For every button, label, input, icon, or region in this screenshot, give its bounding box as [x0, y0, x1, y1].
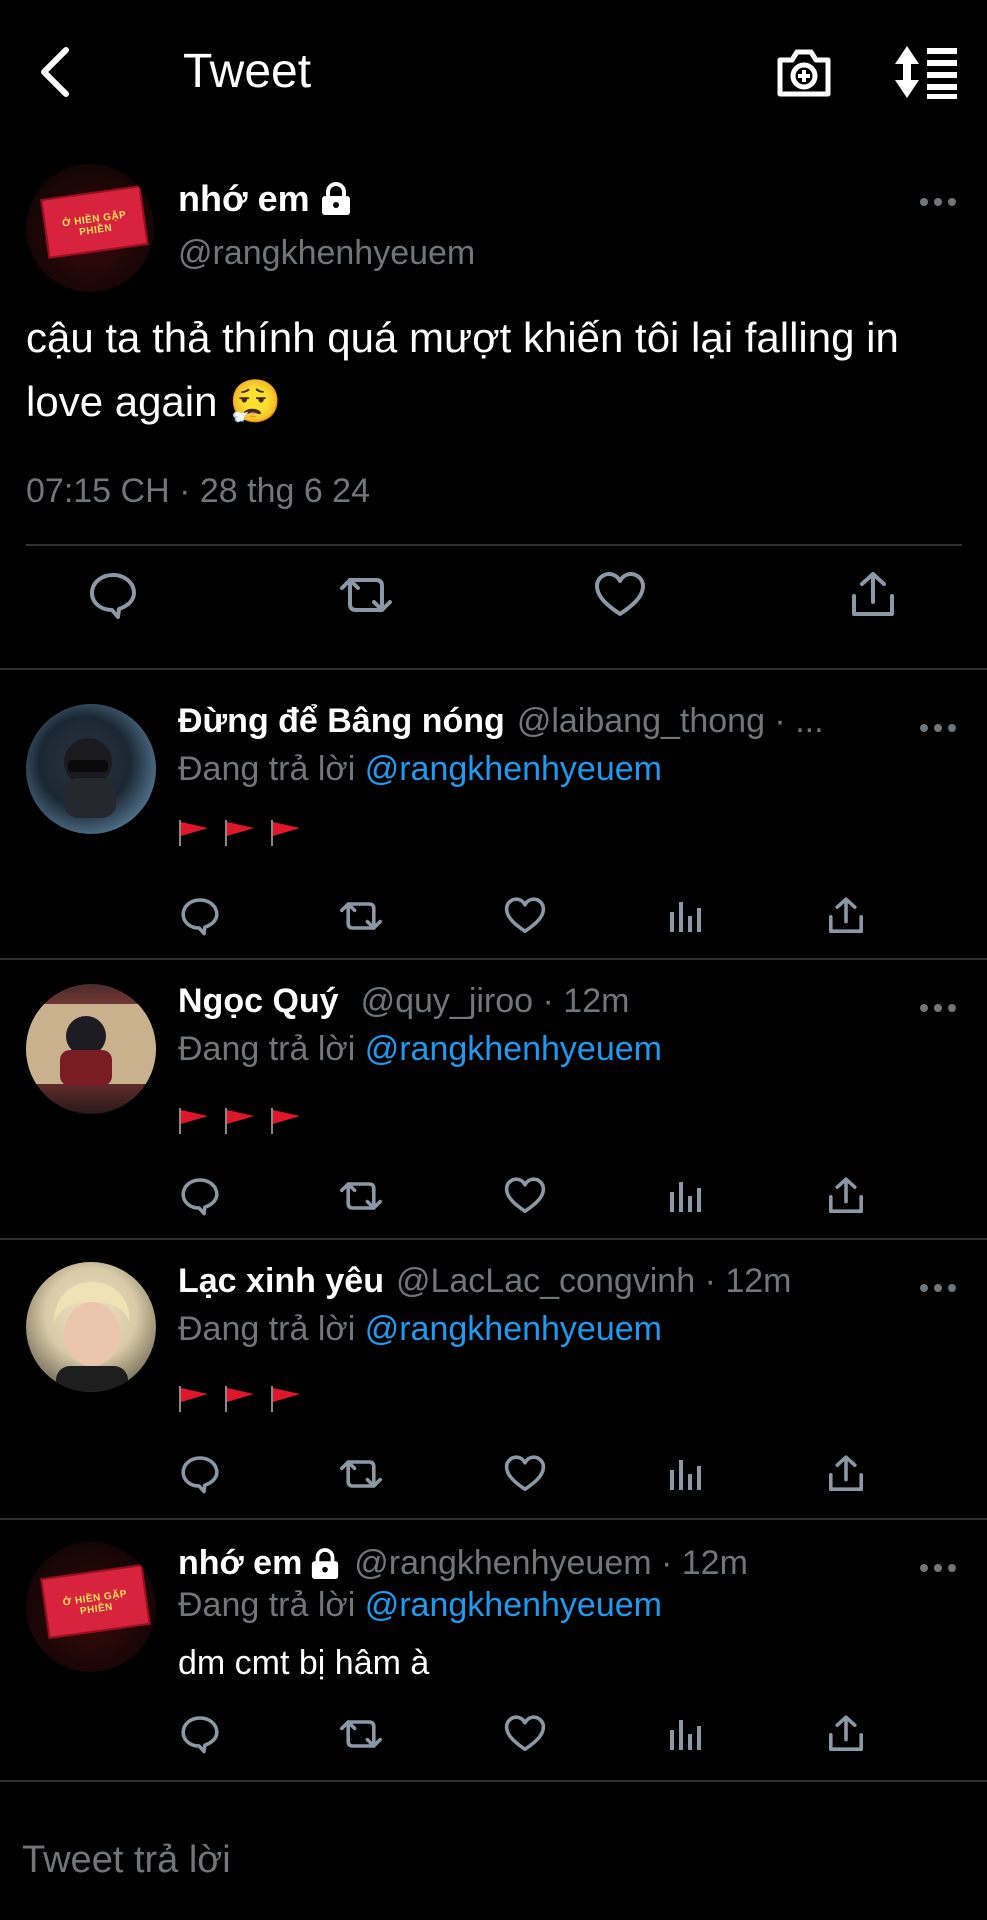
reply-input[interactable] [22, 1800, 962, 1920]
camera-plus-icon[interactable] [775, 44, 833, 100]
like-icon[interactable] [504, 1454, 546, 1494]
reply-handle-time[interactable]: @LacLac_congvinh · 12m [396, 1262, 792, 1301]
flag-emoji-row [178, 1384, 302, 1414]
reply-header: Lạc xinh yêu @LacLac_congvinh · 12m [178, 1262, 791, 1301]
flag-emoji-row [178, 1106, 302, 1136]
reply-actions [0, 1714, 987, 1764]
retweet-icon[interactable] [338, 570, 394, 620]
avatar[interactable] [26, 704, 156, 834]
retweet-icon[interactable] [338, 1714, 384, 1754]
reply-header: Ngọc Quý @quy_jiroo · 12m [178, 982, 629, 1021]
author-name-row: nhớ em [178, 178, 352, 220]
reply-icon[interactable] [180, 1176, 220, 1216]
avatar[interactable]: Ở HIỀN GẶP PHIỀN [26, 164, 154, 292]
reply-author-name[interactable]: Ngọc Quý [178, 982, 339, 1021]
divider [26, 544, 962, 546]
retweet-icon[interactable] [338, 896, 384, 936]
reply-icon[interactable] [180, 896, 220, 936]
tweet-text: cậu ta thả thính quá mượt khiến tôi lại … [26, 314, 899, 425]
tweet-actions [0, 570, 987, 640]
share-icon[interactable] [826, 1176, 866, 1216]
reply-header: Đừng để Bâng nóng @laibang_thong · ... [178, 702, 824, 741]
reply-icon[interactable] [88, 570, 138, 620]
reply-handle-time[interactable]: @laibang_thong · ... [517, 702, 824, 741]
like-icon[interactable] [594, 570, 646, 620]
avatar-sign: Ở HIỀN GẶP PHIỀN [40, 185, 149, 260]
more-options-icon[interactable] [918, 1002, 958, 1022]
reply-item[interactable]: Đừng để Bâng nóng @laibang_thong · ... Đ… [0, 670, 987, 958]
share-icon[interactable] [826, 1714, 866, 1754]
mention-link[interactable]: @rangkhenhyeuem [365, 1030, 662, 1068]
reply-handle-time[interactable]: @rangkhenhyeuem · 12m [354, 1544, 748, 1583]
top-bar: Tweet [0, 0, 987, 140]
more-options-icon[interactable] [918, 722, 958, 742]
views-chart-icon[interactable] [668, 896, 704, 936]
reply-icon[interactable] [180, 1714, 220, 1754]
red-flag-icon [179, 820, 208, 846]
reply-header: nhớ em @rangkhenhyeuem · 12m [178, 1544, 748, 1583]
reply-item[interactable]: Ở HIỀN GẶP PHIỀN nhớ em @rangkhenhyeuem … [0, 1520, 987, 1780]
reply-actions [0, 1176, 987, 1226]
reply-author-name[interactable]: Đừng để Bâng nóng [178, 702, 505, 741]
red-flag-icon [179, 1108, 208, 1134]
red-flag-icon [271, 820, 300, 846]
red-flag-icon [179, 1386, 208, 1412]
reply-author-name[interactable]: nhớ em [178, 1544, 302, 1583]
reply-composer [0, 1800, 987, 1920]
reply-actions [0, 1454, 987, 1504]
red-flag-icon [271, 1108, 300, 1134]
author-handle-row: @rangkhenhyeuem [178, 234, 475, 273]
views-chart-icon[interactable] [668, 1454, 704, 1494]
reply-text: dm cmt bị hâm à [178, 1644, 430, 1682]
red-flag-icon [271, 1386, 300, 1412]
tweet-timestamp[interactable]: 07:15 CH · 28 thg 6 24 [26, 472, 370, 511]
avatar[interactable] [26, 1262, 156, 1392]
sort-list-icon[interactable] [893, 44, 959, 100]
more-options-icon[interactable] [918, 1282, 958, 1302]
retweet-icon[interactable] [338, 1176, 384, 1216]
reply-icon[interactable] [180, 1454, 220, 1494]
avatar-sign: Ở HIỀN GẶP PHIỀN [40, 1563, 151, 1639]
retweet-icon[interactable] [338, 1454, 384, 1494]
replying-to: Đang trả lời @rangkhenhyeuem [178, 750, 662, 788]
replying-to: Đang trả lời @rangkhenhyeuem [178, 1310, 662, 1348]
reply-actions [0, 896, 987, 946]
reply-item[interactable]: Ngọc Quý @quy_jiroo · 12m Đang trả lời @… [0, 960, 987, 1238]
red-flag-icon [225, 1108, 254, 1134]
like-icon[interactable] [504, 896, 546, 936]
share-icon[interactable] [848, 570, 898, 620]
more-options-icon[interactable] [918, 196, 958, 216]
lock-icon [310, 1547, 340, 1580]
views-chart-icon[interactable] [668, 1176, 704, 1216]
mention-link[interactable]: @rangkhenhyeuem [365, 1310, 662, 1348]
replying-to: Đang trả lời @rangkhenhyeuem [178, 1586, 662, 1624]
page-title: Tweet [183, 45, 312, 98]
red-flag-icon [225, 1386, 254, 1412]
reply-item[interactable]: Lạc xinh yêu @LacLac_congvinh · 12m Đang… [0, 1240, 987, 1518]
author-handle[interactable]: @rangkhenhyeuem [178, 234, 475, 273]
more-options-icon[interactable] [918, 1562, 958, 1582]
like-icon[interactable] [504, 1176, 546, 1216]
divider [0, 1780, 987, 1782]
reply-author-name[interactable]: Lạc xinh yêu [178, 1262, 384, 1301]
share-icon[interactable] [826, 896, 866, 936]
avatar[interactable]: Ở HIỀN GẶP PHIỀN [26, 1542, 156, 1672]
main-tweet: Ở HIỀN GẶP PHIỀN nhớ em @rangkhenhyeuem … [0, 150, 987, 670]
replying-to: Đang trả lời @rangkhenhyeuem [178, 1030, 662, 1068]
author-name[interactable]: nhớ em [178, 178, 310, 220]
flag-emoji-row [178, 818, 302, 848]
like-icon[interactable] [504, 1714, 546, 1754]
mention-link[interactable]: @rangkhenhyeuem [365, 1586, 662, 1624]
share-icon[interactable] [826, 1454, 866, 1494]
avatar[interactable] [26, 984, 156, 1114]
reply-handle-time[interactable]: @quy_jiroo · 12m [361, 982, 630, 1021]
back-arrow-icon[interactable] [34, 44, 82, 100]
red-flag-icon [225, 820, 254, 846]
mention-link[interactable]: @rangkhenhyeuem [365, 750, 662, 788]
views-chart-icon[interactable] [668, 1714, 704, 1754]
lock-icon [320, 182, 352, 216]
